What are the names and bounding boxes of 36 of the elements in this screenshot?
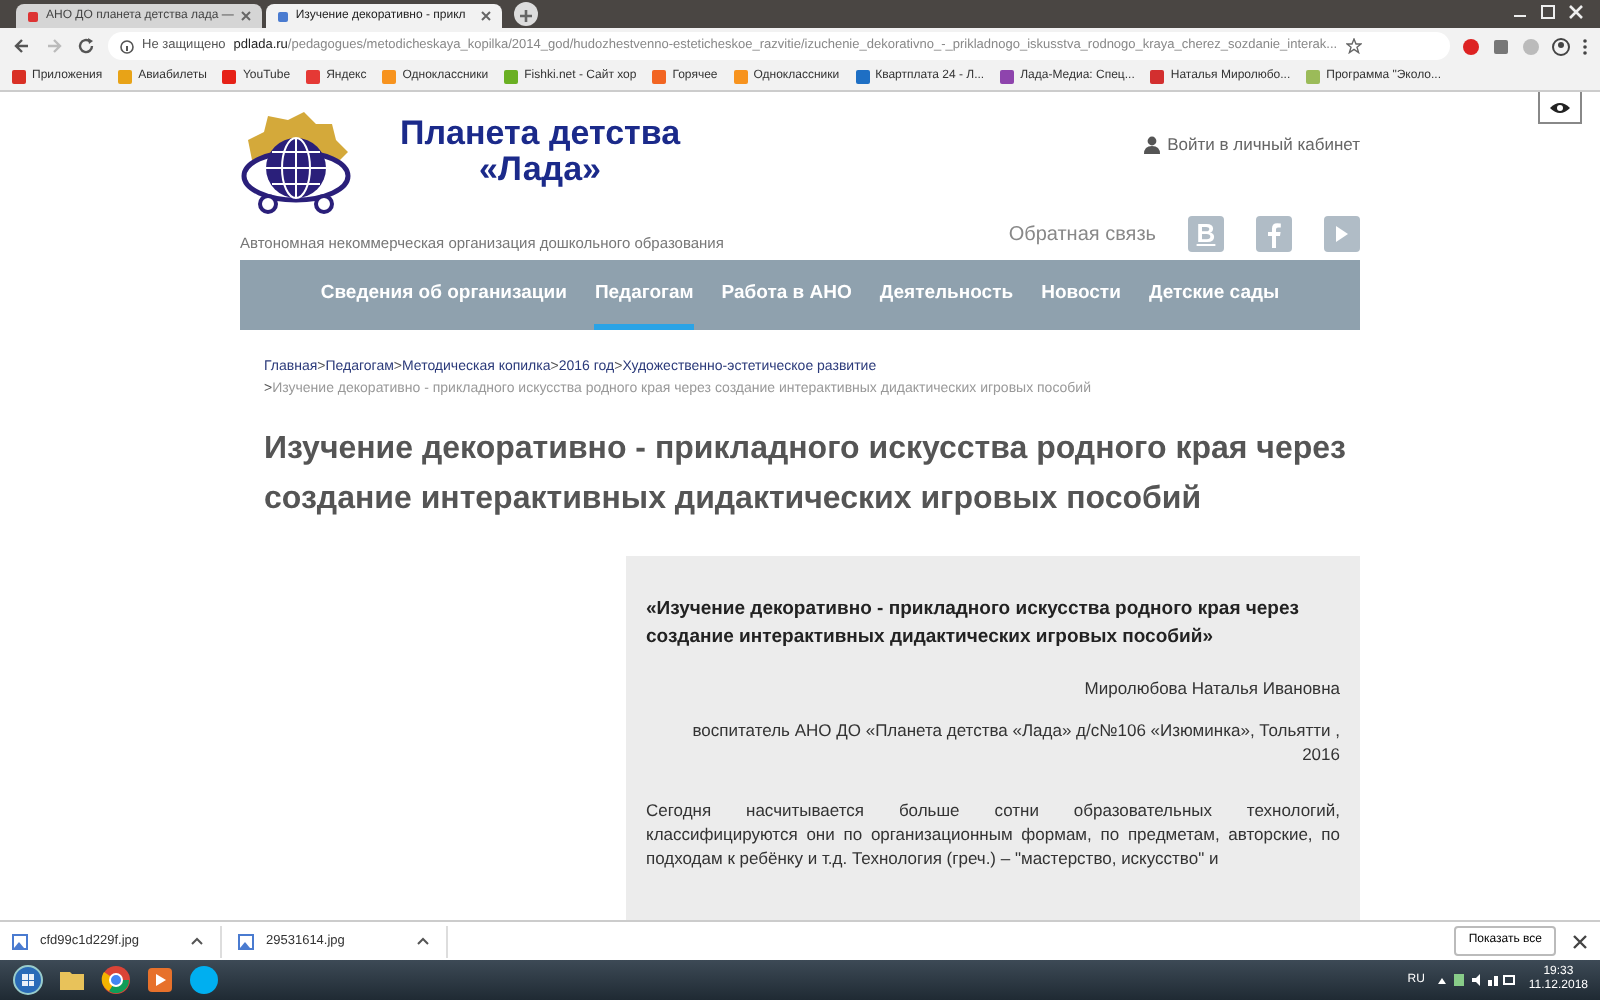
author-position: воспитатель АНО ДО «Планета детства «Лада» д/с№106 «Изюминка», Тольятти , 2016 <box>690 717 1340 766</box>
chevron-icon[interactable] <box>416 936 430 946</box>
page-icon <box>275 9 290 23</box>
site-title: «Лада» <box>477 152 602 188</box>
image-file-icon <box>238 933 254 949</box>
play-icon <box>1334 224 1350 244</box>
user-icon <box>1143 135 1160 154</box>
reload-icon[interactable] <box>76 36 96 56</box>
article-title: «Изучение декоративно - прикладного искусства родного края через создание интерактивных дидактических игровых пособий» <box>646 596 1301 652</box>
page-heading: Изучение декоративно - прикладного искусства родного края через создание интерактивных дидактических игровых пособий <box>264 430 1348 520</box>
article-paragraph: Сегодня насчитывается больше сотни образовательных технологий, классифицируются они по организационным формам, по предметам, авторские, по подходам к ребёнку и т.д. Технология (греч.) – "мастерство, искусство" и <box>646 797 1340 870</box>
close-icon[interactable] <box>1572 933 1588 949</box>
account-icon[interactable] <box>1552 37 1570 55</box>
login-link[interactable]: Войти в личный кабинет <box>1143 132 1360 158</box>
eye-icon <box>1548 99 1572 115</box>
maximize-icon[interactable] <box>1540 4 1556 20</box>
chevron-icon[interactable] <box>190 936 204 946</box>
image-file-icon <box>12 933 28 949</box>
page-icon <box>26 9 40 23</box>
close-icon[interactable] <box>479 10 492 22</box>
accessibility-button[interactable] <box>1538 92 1582 124</box>
browser-icon[interactable] <box>100 964 132 996</box>
tray-icons-drawing[interactable] <box>1436 972 1517 988</box>
feedback-link[interactable]: Обратная связь <box>1008 219 1156 249</box>
article-author: Миролюбова Наталья Ивановна <box>1082 676 1340 702</box>
new-tab-button[interactable] <box>513 2 538 26</box>
back-icon[interactable] <box>12 36 32 56</box>
media-player-icon[interactable] <box>144 964 176 996</box>
site-title: Планета детства <box>400 116 681 152</box>
start-icon[interactable] <box>12 964 44 996</box>
logo-drawing <box>240 108 352 220</box>
star-icon[interactable] <box>1345 38 1362 54</box>
menu-icon[interactable] <box>1582 37 1588 55</box>
facebook-icon <box>1266 221 1282 247</box>
messenger-icon[interactable] <box>188 964 220 996</box>
info-icon <box>120 39 134 53</box>
